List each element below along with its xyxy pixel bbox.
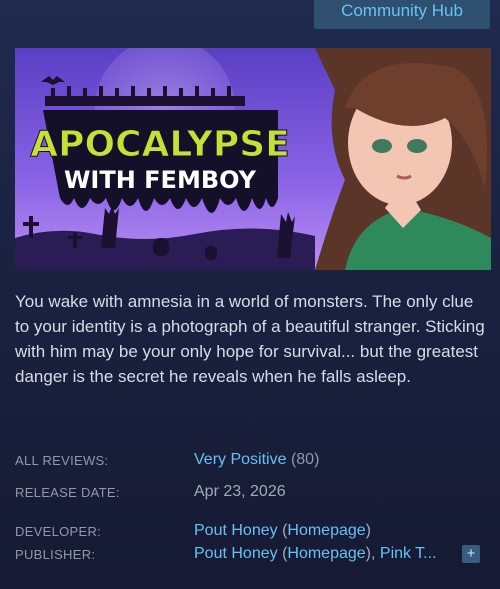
game-capsule-image: APOCALYPSE WITH FEMBOY [15, 48, 491, 270]
review-count: (80) [290, 451, 320, 468]
game-description: You wake with amnesia in a world of mons… [15, 292, 485, 386]
publisher-link[interactable]: Pout Honey [194, 545, 278, 562]
release-date-value: Apr 23, 2026 [194, 483, 286, 500]
developer-row: DEVELOPER: Pout Honey (Homepage) [15, 522, 371, 539]
capsule-title-line2: WITH FEMBOY [64, 166, 257, 194]
more-publishers-button[interactable]: + [462, 545, 480, 563]
publisher-row: PUBLISHER: Pout Honey (Homepage), Pink T… [15, 545, 485, 567]
release-date-label: RELEASE DATE: [15, 485, 120, 500]
publisher-extra-link[interactable]: Pink T... [380, 545, 437, 562]
publisher-label: PUBLISHER: [15, 547, 96, 562]
publisher-homepage-link[interactable]: Homepage [287, 545, 365, 562]
developer-homepage-link[interactable]: Homepage [287, 522, 365, 539]
all-reviews-row: ALL REVIEWS: Very Positive (80) [15, 451, 485, 473]
all-reviews-label: ALL REVIEWS: [15, 453, 109, 468]
community-hub-button[interactable]: Community Hub [314, 0, 490, 29]
review-summary-link[interactable]: Very Positive [194, 451, 286, 468]
release-date-row: RELEASE DATE: Apr 23, 2026 [15, 483, 485, 505]
capsule-title-line1: APOCALYPSE [30, 124, 289, 165]
developer-link[interactable]: Pout Honey [194, 522, 278, 539]
developer-label: DEVELOPER: [15, 524, 102, 539]
